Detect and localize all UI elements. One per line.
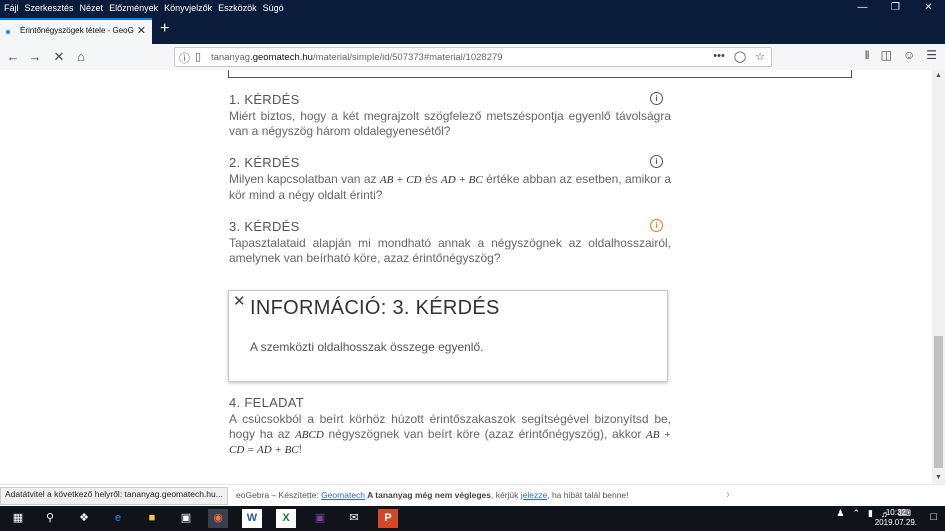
footer-note: eoGebra – Készítette: Geomatech A tanany… [236, 490, 629, 500]
question-2-text: Milyen kapcsolatban van az AB + CD és AD… [229, 172, 672, 202]
url-text[interactable]: tananyag.geomatech.hu/material/simple/id… [211, 52, 503, 63]
people-icon[interactable]: ♟ [836, 508, 844, 519]
loading-dot-icon [6, 30, 10, 34]
task-4-text: A csúcsokból a beírt körhöz húzott érint… [229, 412, 671, 456]
clock[interactable]: 10:32 2019.07.29. [875, 508, 917, 528]
task-4-heading: 4. FELADAT [229, 395, 305, 410]
close-window-button[interactable]: ✕ [912, 0, 945, 16]
menu-hamburger-icon[interactable]: ☰ [926, 48, 937, 62]
math-expression: AB + CD [379, 174, 422, 186]
report-link[interactable]: jelezze [521, 490, 547, 500]
powerpoint-icon[interactable]: P [378, 509, 398, 528]
notification-icon[interactable]: □ [930, 511, 937, 523]
task-view-icon[interactable]: ❖ [74, 509, 94, 528]
status-bar: eoGebra – Készítette: Geomatech A tanany… [0, 484, 945, 507]
task-4: 4. FELADAT A csúcsokból a beírt körhöz h… [229, 395, 671, 458]
menu-view[interactable]: Nézet [80, 0, 104, 16]
bookmark-star-icon[interactable]: ☆ [755, 50, 765, 63]
library-icon[interactable]: ‖ [865, 48, 870, 62]
minimize-button[interactable]: — [846, 0, 879, 16]
edge-icon[interactable]: e [108, 509, 128, 528]
scroll-down-icon[interactable]: ▼ [932, 472, 945, 484]
new-tab-icon[interactable]: + [160, 20, 169, 38]
clock-date: 2019.07.29. [874, 518, 917, 527]
page-content: 1. KÉRDÉS i Miért biztos, hogy a két meg… [0, 70, 932, 484]
scroll-up-icon[interactable]: ▲ [932, 70, 945, 82]
page-actions-icon[interactable]: ••• [713, 50, 725, 63]
maximize-button[interactable]: ❐ [879, 0, 912, 16]
sidebar-icon[interactable]: ◫ [881, 48, 892, 62]
mail-icon[interactable]: ✉ [344, 509, 364, 528]
account-icon[interactable]: ☺ [903, 48, 915, 62]
forward-icon[interactable]: → [26, 48, 44, 66]
author-link[interactable]: Geomatech [321, 490, 365, 500]
info-panel-title: INFORMÁCIÓ: 3. KÉRDÉS [250, 297, 500, 319]
save-disk-icon[interactable]: ▣ [310, 509, 330, 528]
question-2: 2. KÉRDÉS i Milyen kapcsolatban van az A… [229, 155, 671, 202]
question-3: 3. KÉRDÉS i Tapasztalataid alapján mi mo… [229, 219, 671, 265]
scroll-thumb[interactable] [934, 336, 943, 468]
chevron-right-icon[interactable]: › [726, 487, 730, 501]
status-transfer-text: Adatátvitel a következő helyről: tananya… [0, 487, 228, 505]
vertical-scrollbar[interactable]: ▲ ▼ [932, 70, 945, 484]
word-icon[interactable]: W [242, 509, 262, 528]
question-2-heading: 2. KÉRDÉS [229, 155, 300, 170]
menu-edit[interactable]: Szerkesztés [25, 0, 74, 16]
search-icon[interactable]: ⚲ [40, 509, 60, 528]
menu-file[interactable]: Fájl [4, 0, 19, 16]
question-1-text: Miért biztos, hogy a két megrajzolt szög… [229, 109, 671, 138]
menu-tools[interactable]: Eszközök [218, 0, 257, 16]
pocket-icon[interactable]: ◯ [734, 50, 746, 63]
tab-close-icon[interactable]: ✕ [137, 24, 146, 37]
info-icon[interactable]: i [650, 92, 663, 105]
menu-bar: Fájl Szerkesztés Nézet Előzmények Könyvj… [0, 0, 945, 16]
os-taskbar: ▦ ⚲ ❖ e ■ ▣ ◉ W X ▣ ✉ P ♟ ⌃ ▮ ♬ ⌨ 10:32 … [0, 506, 945, 531]
question-3-heading: 3. KÉRDÉS [229, 219, 300, 234]
show-hidden-icons-icon[interactable]: ⌃ [853, 508, 861, 519]
excel-icon[interactable]: X [276, 509, 296, 528]
question-1-heading: 1. KÉRDÉS [229, 92, 300, 107]
math-expression: ABCD [295, 428, 324, 441]
back-icon[interactable]: ← [4, 48, 22, 66]
site-info-icon[interactable]: ⓘ [179, 50, 190, 66]
menu-help[interactable]: Súgó [263, 0, 284, 16]
question-3-text: Tapasztalataid alapján mi mondható annak… [229, 236, 671, 265]
address-bar[interactable]: ⓘ ▯ tananyag.geomatech.hu/material/simpl… [174, 47, 772, 67]
menu-bookmarks[interactable]: Könyvjelzők [164, 0, 212, 16]
stop-icon[interactable]: ✕ [50, 48, 68, 66]
home-icon[interactable]: ⌂ [72, 48, 90, 66]
info-panel: ✕ INFORMÁCIÓ: 3. KÉRDÉS A szemközti olda… [228, 290, 668, 382]
clock-time: 10:32 [885, 508, 906, 517]
store-icon[interactable]: ▣ [176, 509, 196, 528]
close-icon[interactable]: ✕ [233, 292, 246, 310]
tab-title: Érintőnégyszögek tétele - GeoG [20, 26, 134, 35]
tracking-shield-icon[interactable]: ▯ [195, 50, 201, 63]
info-panel-text: A szemközti oldalhosszak összege egyenlő… [250, 340, 484, 354]
firefox-icon[interactable]: ◉ [208, 509, 228, 528]
battery-icon[interactable]: ▮ [868, 508, 873, 519]
windows-start-icon[interactable]: ▦ [8, 509, 28, 528]
tab-active[interactable]: Érintőnégyszögek tétele - GeoG ✕ [0, 18, 152, 44]
file-explorer-icon[interactable]: ■ [142, 509, 162, 528]
math-expression: AD + BC [441, 174, 483, 186]
navigation-bar: ← → ✕ ⌂ ⓘ ▯ tananyag.geomatech.hu/materi… [0, 44, 945, 71]
info-icon-active[interactable]: i [650, 219, 663, 232]
menu-history[interactable]: Előzmények [109, 0, 158, 16]
tab-bar: Érintőnégyszögek tétele - GeoG ✕ + [0, 16, 945, 44]
info-icon[interactable]: i [650, 155, 663, 168]
geogebra-frame-bottom [228, 70, 852, 78]
question-1: 1. KÉRDÉS i Miért biztos, hogy a két meg… [229, 92, 671, 138]
